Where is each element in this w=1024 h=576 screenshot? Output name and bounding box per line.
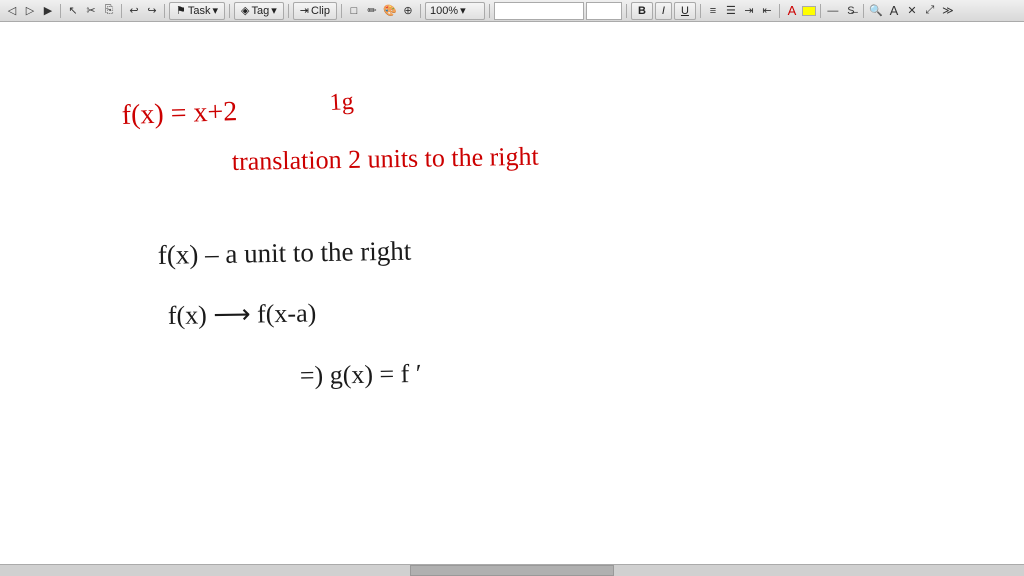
- sep11: [779, 4, 780, 18]
- scrollbar-thumb[interactable]: [410, 565, 615, 576]
- clip-label: Clip: [311, 5, 330, 17]
- task-button[interactable]: ⚑ Task ▾: [169, 2, 225, 20]
- more-icon[interactable]: ≫: [940, 3, 956, 19]
- list2-icon[interactable]: ☰: [723, 3, 739, 19]
- highlight-icon[interactable]: [802, 6, 816, 16]
- tag-label: Tag: [252, 5, 270, 17]
- zoom-chevron: ▾: [460, 4, 466, 17]
- task-chevron: ▾: [213, 4, 219, 17]
- text-size-icon[interactable]: A: [886, 3, 902, 19]
- gx-equals: =) g(x) = f ′: [300, 359, 422, 390]
- search-icon[interactable]: 🔍: [868, 3, 884, 19]
- outdent-icon[interactable]: ⇤: [759, 3, 775, 19]
- canvas[interactable]: f(x) = x+2 1g translation 2 units to the…: [0, 22, 1024, 576]
- pen-icon[interactable]: ✏: [364, 3, 380, 19]
- sep4: [229, 4, 230, 18]
- font-family-input[interactable]: [494, 2, 584, 20]
- list-icon[interactable]: ≡: [705, 3, 721, 19]
- handwriting-canvas: f(x) = x+2 1g translation 2 units to the…: [0, 22, 1024, 576]
- undo-icon[interactable]: ↩: [126, 3, 142, 19]
- shape-icon[interactable]: □: [346, 3, 362, 19]
- task-label: Task: [188, 5, 211, 17]
- italic-label: I: [662, 5, 665, 17]
- back-icon[interactable]: ◁: [4, 3, 20, 19]
- fx-arrow-fxa: f(x) ⟶ f(x-a): [168, 298, 317, 330]
- font-size-input[interactable]: [586, 2, 622, 20]
- color-icon[interactable]: 🎨: [382, 3, 398, 19]
- tag-icon: ◈: [241, 4, 249, 17]
- sep10: [700, 4, 701, 18]
- horizontal-scrollbar[interactable]: [0, 564, 1024, 576]
- sep8: [489, 4, 490, 18]
- main-area: f(x) = x+2 1g translation 2 units to the…: [0, 22, 1024, 576]
- text-color-icon[interactable]: A: [784, 3, 800, 19]
- sep13: [863, 4, 864, 18]
- flag-icon: ⚑: [176, 4, 186, 17]
- sep1: [60, 4, 61, 18]
- clip-button[interactable]: ⇥ Clip: [293, 2, 337, 20]
- sep12: [820, 4, 821, 18]
- zoom-dropdown[interactable]: 100% ▾: [425, 2, 485, 20]
- translation-label: translation 2 units to the right: [232, 142, 540, 176]
- equation-fx: f(x) = x+2: [121, 96, 238, 131]
- play-icon[interactable]: ▶: [40, 3, 56, 19]
- redo-icon[interactable]: ↪: [144, 3, 160, 19]
- tag-chevron: ▾: [271, 4, 277, 17]
- toolbar: ◁ ▷ ▶ ↖ ✂ ⎘ ↩ ↪ ⚑ Task ▾ ◈ Tag ▾ ⇥ Clip …: [0, 0, 1024, 22]
- bold-button[interactable]: B: [631, 2, 653, 20]
- copy-icon[interactable]: ⎘: [101, 3, 117, 19]
- zoom-label: 100%: [430, 5, 458, 17]
- link-icon[interactable]: ⊕: [400, 3, 416, 19]
- forward-icon[interactable]: ▷: [22, 3, 38, 19]
- underline-button[interactable]: U: [674, 2, 696, 20]
- sep5: [288, 4, 289, 18]
- cut-icon[interactable]: ✂: [83, 3, 99, 19]
- underline-label: U: [681, 5, 689, 17]
- strikethrough-icon[interactable]: S̶: [843, 3, 859, 19]
- close-icon[interactable]: ✕: [904, 3, 920, 19]
- indent-icon[interactable]: ⇥: [741, 3, 757, 19]
- fx-unit-label: f(x) – a unit to the right: [158, 236, 412, 270]
- sep6: [341, 4, 342, 18]
- label-1g: 1g: [329, 89, 354, 116]
- sep2: [121, 4, 122, 18]
- bold-label: B: [638, 5, 646, 17]
- sep9: [626, 4, 627, 18]
- clip-arrow-icon: ⇥: [300, 4, 309, 17]
- sep7: [420, 4, 421, 18]
- sep3: [164, 4, 165, 18]
- cursor-icon[interactable]: ↖: [65, 3, 81, 19]
- line-icon[interactable]: —: [825, 3, 841, 19]
- italic-button[interactable]: I: [655, 2, 672, 20]
- tag-button[interactable]: ◈ Tag ▾: [234, 2, 284, 20]
- resize-icon[interactable]: ⤢: [922, 3, 938, 19]
